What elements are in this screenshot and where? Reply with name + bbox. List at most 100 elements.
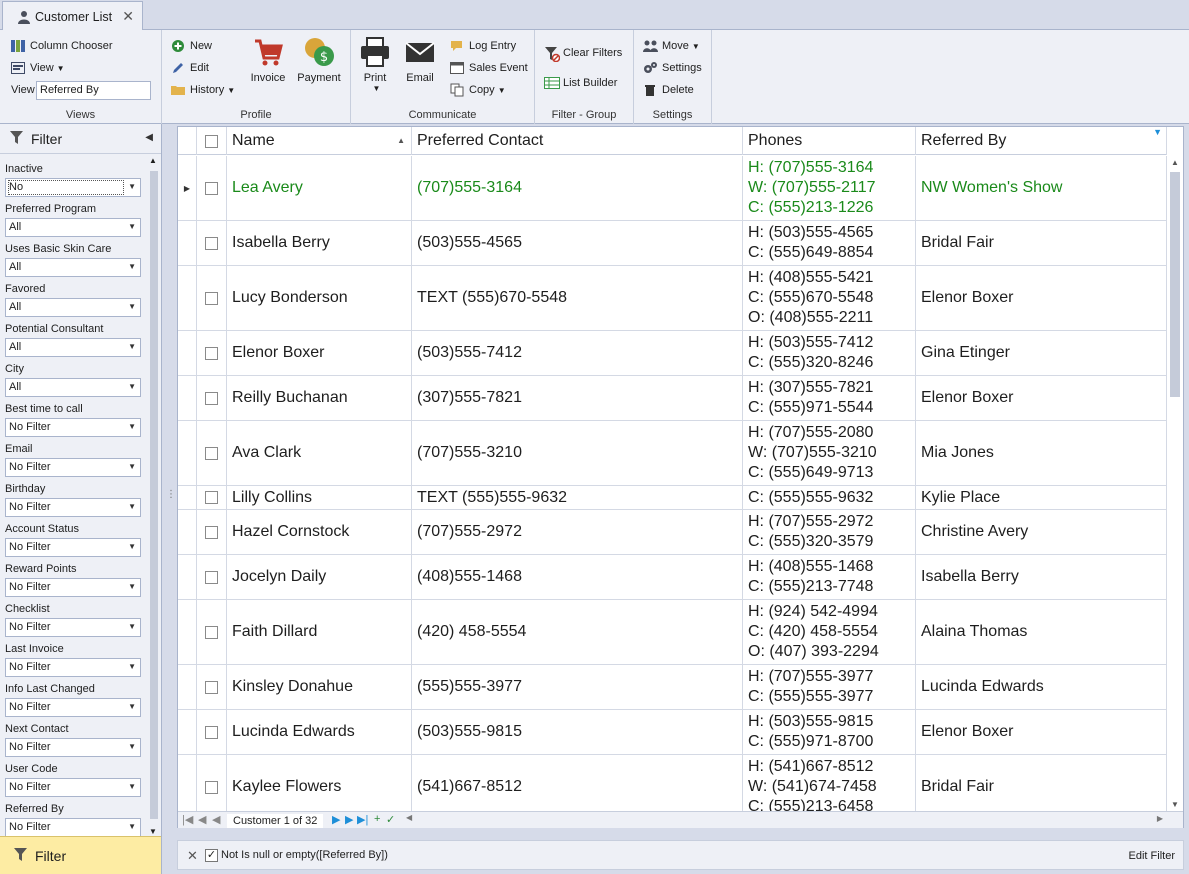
chevron-down-icon[interactable]: ▼: [128, 502, 136, 511]
chevron-down-icon[interactable]: ▼: [128, 222, 136, 231]
scroll-down-icon[interactable]: ▼: [1171, 800, 1179, 809]
phones-cell[interactable]: H: (707)555-3977 C: (555)555-3977: [743, 665, 916, 709]
phones-cell[interactable]: H: (707)555-3164 W: (707)555-2117 C: (555)…: [743, 156, 916, 220]
sales-event-button[interactable]: Sales Event: [450, 58, 528, 78]
row-select-cell[interactable]: [197, 421, 227, 485]
filter-item-select[interactable]: No Filter ▼: [5, 818, 141, 837]
column-header-name[interactable]: Name ▲: [227, 127, 412, 155]
phones-cell[interactable]: H: (408)555-5421 C: (555)670-5548 O: (408)…: [743, 266, 916, 330]
contact-cell[interactable]: (707)555-3164: [412, 156, 743, 220]
chevron-down-icon[interactable]: ▼: [128, 582, 136, 591]
filter-item-select[interactable]: No Filter ▼: [5, 578, 141, 597]
close-filter-icon[interactable]: ✕: [187, 848, 198, 864]
contact-cell[interactable]: (307)555-7821: [412, 376, 743, 420]
filter-enabled-checkbox[interactable]: ✓: [205, 849, 218, 862]
payment-button[interactable]: $ Payment: [296, 36, 342, 84]
referred-cell[interactable]: Elenor Boxer: [916, 376, 1167, 420]
row-select-cell[interactable]: [197, 266, 227, 330]
edit-record-icon[interactable]: ✓: [386, 813, 395, 826]
filter-item-select[interactable]: No Filter ▼: [5, 698, 141, 717]
settings-button[interactable]: Settings: [643, 58, 702, 78]
new-button[interactable]: New: [171, 36, 212, 56]
print-button[interactable]: Print ▼: [359, 36, 391, 93]
column-header-preferred-contact[interactable]: Preferred Contact: [412, 127, 743, 155]
filter-item-select[interactable]: No Filter ▼: [5, 658, 141, 677]
name-cell[interactable]: Kaylee Flowers: [227, 755, 412, 811]
referred-cell[interactable]: Lucinda Edwards: [916, 665, 1167, 709]
contact-cell[interactable]: (555)555-3977: [412, 665, 743, 709]
referred-cell[interactable]: Christine Avery: [916, 510, 1167, 554]
row-checkbox[interactable]: [205, 570, 218, 584]
contact-cell[interactable]: (503)555-4565: [412, 221, 743, 265]
edit-filter-link[interactable]: Edit Filter: [1129, 850, 1175, 862]
name-cell[interactable]: Lucy Bonderson: [227, 266, 412, 330]
row-checkbox[interactable]: [205, 725, 218, 739]
table-row[interactable]: Kaylee Flowers (541)667-8512 H: (541)667-8…: [178, 755, 1167, 811]
filter-item-select[interactable]: No Filter ▼: [5, 618, 141, 637]
name-cell[interactable]: Isabella Berry: [227, 221, 412, 265]
filter-item-select[interactable]: No Filter ▼: [5, 418, 141, 437]
row-checkbox[interactable]: [205, 346, 218, 360]
filter-panel-scrollbar[interactable]: ▲ ▼: [148, 156, 160, 836]
scroll-right-icon[interactable]: ▶: [1157, 814, 1163, 823]
referred-cell[interactable]: Alaina Thomas: [916, 600, 1167, 664]
name-cell[interactable]: Lilly Collins: [227, 486, 412, 509]
name-cell[interactable]: Elenor Boxer: [227, 331, 412, 375]
chevron-down-icon[interactable]: ▼: [128, 702, 136, 711]
contact-cell[interactable]: (503)555-9815: [412, 710, 743, 754]
table-row[interactable]: Faith Dillard (420) 458-5554 H: (924) 542-…: [178, 600, 1167, 665]
name-cell[interactable]: Ava Clark: [227, 421, 412, 485]
phones-cell[interactable]: H: (707)555-2972 C: (555)320-3579: [743, 510, 916, 554]
row-checkbox[interactable]: [205, 181, 218, 195]
phones-cell[interactable]: H: (503)555-9815 C: (555)971-8700: [743, 710, 916, 754]
grid-vertical-scrollbar[interactable]: ▲ ▼: [1167, 156, 1183, 811]
name-cell[interactable]: Kinsley Donahue: [227, 665, 412, 709]
referred-cell[interactable]: Mia Jones: [916, 421, 1167, 485]
scroll-left-icon[interactable]: ◀: [406, 813, 412, 822]
chevron-down-icon[interactable]: ▼: [128, 622, 136, 631]
first-record-icon[interactable]: |◀: [182, 813, 193, 826]
row-checkbox[interactable]: [205, 525, 218, 539]
row-select-cell[interactable]: [197, 221, 227, 265]
table-row[interactable]: Lucy Bonderson TEXT (555)670-5548 H: (408)…: [178, 266, 1167, 331]
list-builder-button[interactable]: List Builder: [544, 73, 617, 93]
close-icon[interactable]: ✕: [122, 8, 134, 25]
contact-cell[interactable]: TEXT (555)555-9632: [412, 486, 743, 509]
referred-cell[interactable]: Elenor Boxer: [916, 266, 1167, 330]
chevron-down-icon[interactable]: ▼: [128, 662, 136, 671]
row-checkbox[interactable]: [205, 391, 218, 405]
chevron-down-icon[interactable]: ▼: [128, 542, 136, 551]
contact-cell[interactable]: TEXT (555)670-5548: [412, 266, 743, 330]
scroll-up-icon[interactable]: ▲: [1171, 158, 1179, 167]
referred-cell[interactable]: Kylie Place: [916, 486, 1167, 509]
filter-footer-button[interactable]: Filter: [0, 836, 161, 874]
scroll-down-icon[interactable]: ▼: [149, 827, 157, 836]
phones-cell[interactable]: H: (541)667-8512 W: (541)674-7458 C: (555)…: [743, 755, 916, 811]
name-cell[interactable]: Faith Dillard: [227, 600, 412, 664]
filter-expression[interactable]: Not Is null or empty([Referred By]): [221, 849, 388, 861]
move-button[interactable]: Move ▼: [643, 36, 700, 56]
name-cell[interactable]: Lea Avery: [227, 156, 412, 220]
contact-cell[interactable]: (707)555-2972: [412, 510, 743, 554]
chevron-down-icon[interactable]: ▼: [128, 182, 136, 191]
filter-item-select[interactable]: All ▼: [5, 218, 141, 237]
row-checkbox[interactable]: [205, 291, 218, 305]
row-select-cell[interactable]: [197, 376, 227, 420]
contact-cell[interactable]: (707)555-3210: [412, 421, 743, 485]
contact-cell[interactable]: (503)555-7412: [412, 331, 743, 375]
row-checkbox[interactable]: [205, 625, 218, 639]
previous-page-icon[interactable]: ◀: [198, 813, 206, 826]
chevron-down-icon[interactable]: ▼: [128, 462, 136, 471]
table-row[interactable]: Jocelyn Daily (408)555-1468 H: (408)555-14…: [178, 555, 1167, 600]
table-row[interactable]: Kinsley Donahue (555)555-3977 H: (707)555-…: [178, 665, 1167, 710]
phones-cell[interactable]: C: (555)555-9632: [743, 486, 916, 509]
filter-item-select[interactable]: No Filter ▼: [5, 458, 141, 477]
invoice-button[interactable]: Invoice: [248, 36, 288, 84]
phones-cell[interactable]: H: (307)555-7821 C: (555)971-5544: [743, 376, 916, 420]
name-cell[interactable]: Lucinda Edwards: [227, 710, 412, 754]
filter-item-select[interactable]: No ▼: [5, 178, 141, 197]
delete-button[interactable]: Delete: [643, 80, 694, 100]
contact-cell[interactable]: (420) 458-5554: [412, 600, 743, 664]
chevron-down-icon[interactable]: ▼: [128, 742, 136, 751]
phones-cell[interactable]: H: (924) 542-4994 C: (420) 458-5554 O: (40…: [743, 600, 916, 664]
